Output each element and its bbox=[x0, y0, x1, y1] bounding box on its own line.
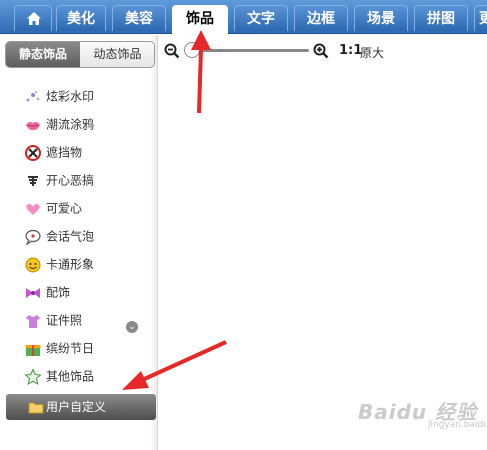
tab-makeup[interactable]: 美容 bbox=[112, 5, 166, 31]
shirt-icon bbox=[26, 314, 40, 328]
sparkle-icon bbox=[26, 90, 40, 101]
zoom-slider-thumb[interactable] bbox=[184, 42, 200, 58]
category-label: 潮流涂鸦 bbox=[46, 117, 95, 132]
folder-icon bbox=[28, 402, 44, 414]
tab-frame[interactable]: 边框 bbox=[294, 5, 348, 31]
top-tab-bar: 美化 美容 饰品 文字 边框 场景 拼图 更 bbox=[0, 0, 487, 34]
category-item-hearts[interactable]: 可爱心 bbox=[24, 198, 82, 218]
subtab-static[interactable]: 静态饰品 bbox=[6, 42, 80, 67]
arrow-to-tab bbox=[197, 47, 203, 114]
bow-icon bbox=[26, 287, 40, 298]
category-label: 其他饰品 bbox=[46, 369, 95, 384]
category-label: 会话气泡 bbox=[46, 229, 95, 244]
star-icon bbox=[24, 367, 42, 385]
category-label: 证件照 bbox=[46, 313, 83, 328]
category-label: 开心恶搞 bbox=[46, 173, 95, 188]
category-item-bubbles[interactable]: 会话气泡 bbox=[24, 226, 94, 246]
zoom-slider-track[interactable] bbox=[193, 49, 309, 52]
category-item-custom[interactable]: 用户自定义 bbox=[6, 394, 156, 420]
speech-bubble-icon bbox=[25, 229, 41, 246]
subtab-group: 静态饰品 动态饰品 bbox=[5, 41, 155, 68]
tab-more[interactable]: 更 bbox=[474, 5, 487, 31]
watermark-url: jingyan.baidu.com bbox=[428, 420, 487, 430]
expand-chevron-icon[interactable]: ⌄ bbox=[126, 321, 138, 333]
tab-scene[interactable]: 场景 bbox=[354, 5, 408, 31]
category-label: 遮挡物 bbox=[46, 145, 83, 160]
tab-accessories[interactable]: 饰品 bbox=[172, 5, 228, 34]
category-label: 卡通形象 bbox=[46, 257, 95, 272]
text-gao-icon bbox=[26, 174, 40, 187]
category-item-id-photo[interactable]: 证件照 bbox=[24, 310, 82, 330]
category-item-watermark[interactable]: 炫彩水印 bbox=[24, 86, 94, 106]
tab-collage[interactable]: 拼图 bbox=[414, 5, 468, 31]
no-sign-icon bbox=[25, 144, 41, 161]
custom-label: 用户自定义 bbox=[46, 400, 107, 414]
lips-icon bbox=[26, 121, 40, 130]
home-icon bbox=[27, 12, 41, 25]
tab-beautify[interactable]: 美化 bbox=[56, 5, 106, 31]
category-label: 可爱心 bbox=[46, 201, 83, 216]
subtab-dynamic[interactable]: 动态饰品 bbox=[80, 42, 154, 67]
original-size-label[interactable]: 原大 bbox=[360, 44, 384, 61]
zoom-out-icon[interactable] bbox=[164, 43, 180, 59]
tab-text[interactable]: 文字 bbox=[234, 5, 288, 31]
category-item-cartoon[interactable]: 卡通形象 bbox=[24, 254, 94, 274]
category-label: 缤纷节日 bbox=[46, 341, 95, 356]
category-item-funny[interactable]: 开心恶搞 bbox=[24, 170, 94, 190]
category-label: 炫彩水印 bbox=[46, 89, 95, 104]
gift-icon bbox=[25, 344, 41, 356]
category-item-other[interactable]: 其他饰品 bbox=[24, 366, 94, 386]
tab-home[interactable] bbox=[14, 5, 52, 31]
category-item-festival[interactable]: 缤纷节日 bbox=[24, 338, 94, 358]
category-item-doodle[interactable]: 潮流涂鸦 bbox=[24, 114, 94, 134]
actual-size-button[interactable]: 1:1 bbox=[339, 43, 362, 58]
zoom-in-icon[interactable] bbox=[313, 43, 329, 59]
category-item-blocker[interactable]: 遮挡物 bbox=[24, 142, 82, 162]
cartoon-face-icon bbox=[25, 257, 41, 272]
heart-icon bbox=[26, 203, 40, 215]
category-label: 配饰 bbox=[46, 285, 71, 300]
category-item-accessory[interactable]: 配饰 bbox=[24, 282, 70, 302]
category-panel: 静态饰品 动态饰品 炫彩水印 潮流涂鸦 遮挡物 开心恶搞 可爱心 会话气泡 卡通… bbox=[0, 35, 158, 450]
